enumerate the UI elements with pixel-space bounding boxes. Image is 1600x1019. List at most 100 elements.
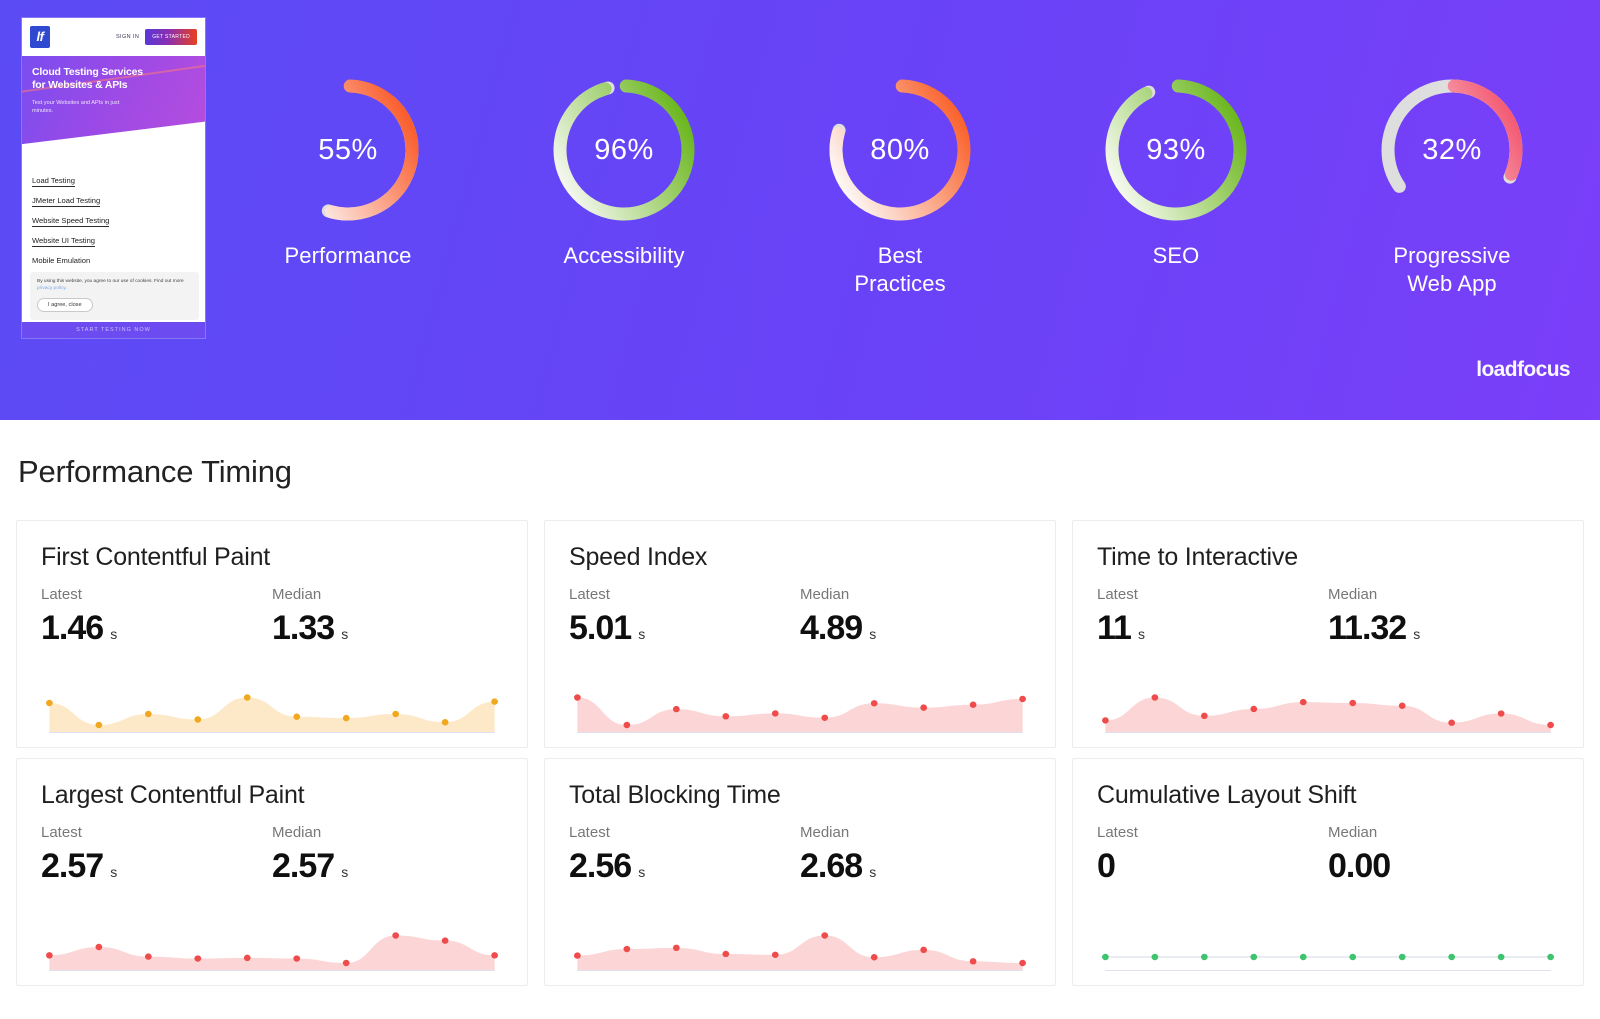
stat-median-value: 0.00 <box>1328 847 1391 885</box>
metric-sparkline[interactable] <box>41 671 503 733</box>
thumbnail-navbar: lf SIGN IN GET STARTED <box>22 18 205 56</box>
metric-sparkline[interactable] <box>41 909 503 971</box>
sparkline-svg <box>574 932 1026 971</box>
stat-median-value: 4.89 s <box>800 609 877 647</box>
sparkline-point[interactable] <box>342 959 350 967</box>
sparkline-point[interactable] <box>1448 719 1456 726</box>
sparkline-point[interactable] <box>1019 695 1026 703</box>
sparkline-point[interactable] <box>46 952 53 959</box>
gauge-best-practices[interactable]: 80% Best Practices <box>782 70 1018 298</box>
sparkline-point[interactable] <box>722 950 730 958</box>
gauge-score-value: 32% <box>1422 133 1482 166</box>
sparkline-point[interactable] <box>672 944 680 952</box>
sparkline-point[interactable] <box>574 694 581 701</box>
metric-sparkline[interactable] <box>1097 909 1559 971</box>
metric-sparkline[interactable] <box>1097 671 1559 733</box>
sparkline-point[interactable] <box>920 946 928 954</box>
sparkline-point[interactable] <box>574 952 581 959</box>
stat-median-label: Median <box>1328 824 1378 841</box>
gauge-score-value: 96% <box>594 133 654 166</box>
thumbnail-privacy-policy-link: privacy policy. <box>37 286 67 291</box>
metric-stats: Latest 5.01 s Median 4.89 s <box>569 586 1031 648</box>
gauge-progressive-web-app[interactable]: 32% Progressive Web App <box>1334 70 1570 298</box>
sparkline-point[interactable] <box>441 719 449 726</box>
metric-sparkline[interactable] <box>569 909 1031 971</box>
sparkline-point[interactable] <box>243 954 251 962</box>
sparkline-point[interactable] <box>1200 953 1208 961</box>
sparkline-point[interactable] <box>1299 953 1307 961</box>
sparkline-point[interactable] <box>1497 953 1505 961</box>
sparkline-point[interactable] <box>95 721 103 729</box>
metric-card-total-blocking-time[interactable]: Total Blocking Time Latest 2.56 s Median 2.68… <box>544 758 1056 986</box>
sparkline-point[interactable] <box>1398 953 1406 961</box>
sparkline-point[interactable] <box>1497 710 1505 717</box>
loadfocus-logo: loadfocus <box>1476 358 1570 381</box>
sparkline-point[interactable] <box>1547 721 1554 729</box>
sparkline-point[interactable] <box>243 694 251 701</box>
gauge-score-value: 55% <box>318 133 378 166</box>
thumbnail-link-website-ui-testing: Website UI Testing <box>32 233 96 247</box>
sparkline-point[interactable] <box>821 932 829 939</box>
sparkline-point[interactable] <box>623 945 631 953</box>
sparkline-point[interactable] <box>870 700 878 707</box>
gauge-seo[interactable]: 93% SEO <box>1058 70 1294 270</box>
sparkline-point[interactable] <box>144 710 152 718</box>
sparkline-point[interactable] <box>870 954 878 961</box>
metric-card-speed-index[interactable]: Speed Index Latest 5.01 s Median 4.89 s <box>544 520 1056 748</box>
sparkline-point[interactable] <box>1102 717 1109 724</box>
sparkline-point[interactable] <box>1547 953 1554 961</box>
gauge-accessibility[interactable]: 96% Accessibility <box>506 70 742 270</box>
sparkline-point[interactable] <box>95 943 103 951</box>
metric-card-time-to-interactive[interactable]: Time to Interactive Latest 11 s Median 11.32 s <box>1072 520 1584 748</box>
sparkline-point[interactable] <box>623 721 631 729</box>
sparkline-point[interactable] <box>491 698 498 705</box>
sparkline-point[interactable] <box>441 937 449 944</box>
metric-card-first-contentful-paint[interactable]: First Contentful Paint Latest 1.46 s Median 1… <box>16 520 528 748</box>
sparkline-point[interactable] <box>1349 699 1357 707</box>
stat-median-value: 2.57 s <box>272 847 349 885</box>
gauge-ring: 96% <box>544 70 704 230</box>
gauge-label: Progressive Web App <box>1393 243 1511 296</box>
sparkline-point[interactable] <box>1398 702 1406 709</box>
sparkline-point[interactable] <box>392 710 400 718</box>
sparkline-point[interactable] <box>46 699 53 707</box>
sparkline-point[interactable] <box>1102 953 1109 961</box>
stat-latest-value: 1.46 s <box>41 609 118 647</box>
sparkline-point[interactable] <box>194 955 202 962</box>
sparkline-point[interactable] <box>491 952 498 959</box>
sparkline-point[interactable] <box>144 953 152 960</box>
sparkline-point[interactable] <box>1019 959 1026 967</box>
sparkline-point[interactable] <box>194 716 202 723</box>
sparkline-point[interactable] <box>1448 953 1456 961</box>
sparkline-point[interactable] <box>293 713 301 720</box>
sparkline-point[interactable] <box>722 713 730 720</box>
sparkline-point[interactable] <box>1250 705 1258 713</box>
sparkline-point[interactable] <box>920 704 928 711</box>
metric-sparkline[interactable] <box>569 671 1031 733</box>
thumbnail-link-load-testing: Load Testing <box>32 173 75 187</box>
sparkline-point[interactable] <box>1151 694 1159 701</box>
metric-card-largest-contentful-paint[interactable]: Largest Contentful Paint Latest 2.57 s Media… <box>16 758 528 986</box>
sparkline-point[interactable] <box>293 955 301 962</box>
sparkline-point[interactable] <box>1151 953 1159 961</box>
sparkline-point[interactable] <box>1299 698 1307 706</box>
sparkline-point[interactable] <box>342 714 350 722</box>
metric-card-cumulative-layout-shift[interactable]: Cumulative Layout Shift Latest 0 Median 0.00 <box>1072 758 1584 986</box>
sparkline-point[interactable] <box>672 705 680 713</box>
sparkline-point[interactable] <box>771 951 779 958</box>
sparkline-point[interactable] <box>821 714 829 721</box>
sparkline-baseline <box>577 970 1023 971</box>
site-screenshot-thumbnail[interactable]: lf SIGN IN GET STARTED Cloud Testing Ser… <box>22 18 205 338</box>
sparkline-point[interactable] <box>771 710 779 717</box>
stat-median-unit: s <box>1413 626 1421 642</box>
sparkline-point[interactable] <box>392 932 400 939</box>
sparkline-point[interactable] <box>969 701 977 708</box>
sparkline-point[interactable] <box>969 958 977 965</box>
sparkline-point[interactable] <box>1200 712 1208 720</box>
gauge-performance[interactable]: 55% Performance <box>230 70 466 270</box>
sparkline-baseline <box>1105 970 1551 971</box>
thumbnail-sign-in-link: SIGN IN <box>115 34 140 40</box>
sparkline-point[interactable] <box>1349 953 1357 961</box>
stat-median-unit: s <box>869 626 877 642</box>
sparkline-point[interactable] <box>1250 953 1258 961</box>
